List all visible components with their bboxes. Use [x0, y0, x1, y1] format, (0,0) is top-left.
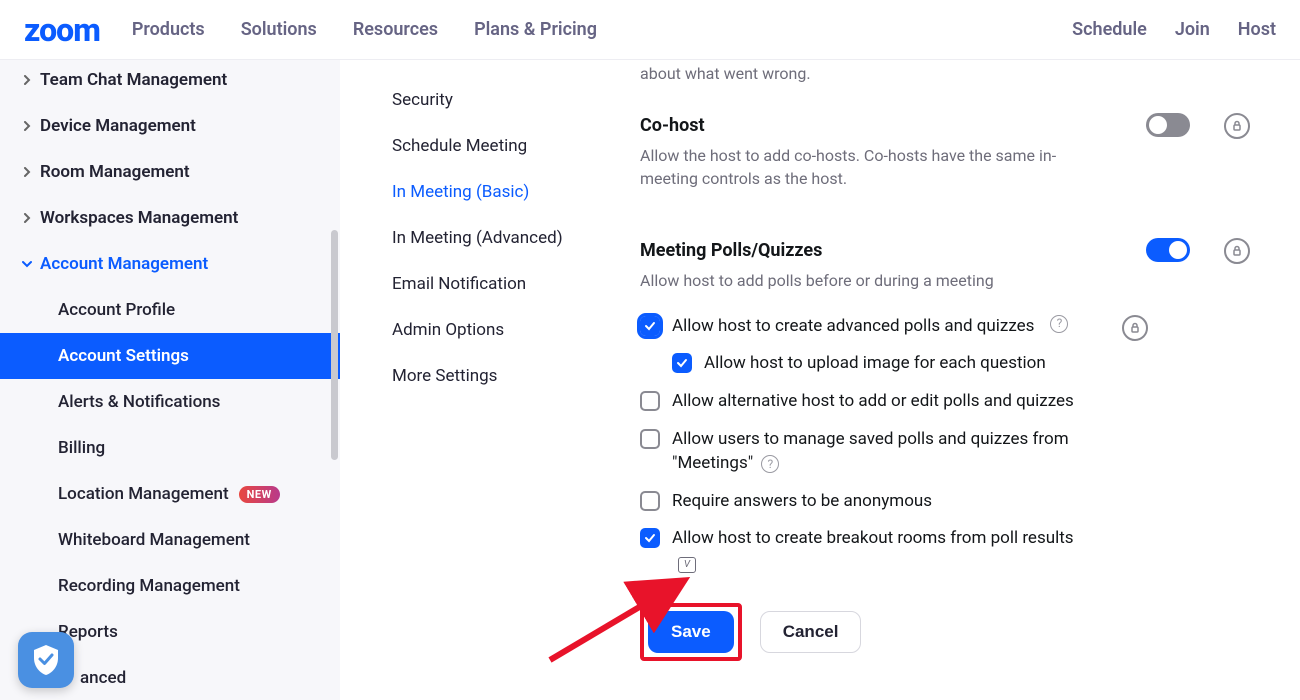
lock-icon[interactable]	[1122, 315, 1148, 341]
subnav-security[interactable]: Security	[392, 90, 630, 110]
subnav-email-notification[interactable]: Email Notification	[392, 274, 630, 294]
checkbox[interactable]	[672, 353, 692, 373]
option-alt-host-edit: Allow alternative host to add or edit po…	[640, 390, 1080, 414]
sidebar-item-label: Account Management	[40, 254, 208, 274]
nav-host[interactable]: Host	[1238, 19, 1276, 40]
logo[interactable]: zoom	[24, 11, 100, 49]
chevron-right-icon	[22, 167, 32, 177]
lock-icon[interactable]	[1224, 238, 1250, 264]
polls-toggle[interactable]	[1146, 238, 1190, 262]
sidebar-item-account[interactable]: Account Management	[0, 241, 340, 287]
checkbox[interactable]	[640, 429, 660, 449]
save-button[interactable]: Save	[648, 611, 734, 653]
subnav-admin-options[interactable]: Admin Options	[392, 320, 630, 340]
nav-plans-pricing[interactable]: Plans & Pricing	[474, 19, 597, 40]
chevron-right-icon	[22, 213, 32, 223]
sidebar-item-label: Room Management	[40, 162, 190, 182]
option-label: Require answers to be anonymous	[672, 490, 932, 514]
option-manage-saved: Allow users to manage saved polls and qu…	[640, 428, 1080, 476]
option-anonymous: Require answers to be anonymous	[640, 490, 1080, 514]
shield-badge[interactable]	[18, 632, 74, 688]
lock-icon[interactable]	[1224, 113, 1250, 139]
chevron-down-icon	[22, 259, 32, 269]
nav-join[interactable]: Join	[1175, 19, 1210, 40]
annotation-highlight: Save	[640, 603, 742, 661]
subnav-in-meeting-basic[interactable]: In Meeting (Basic)	[392, 182, 630, 202]
option-label: Allow users to manage saved polls and qu…	[672, 429, 1069, 473]
version-icon[interactable]: V	[678, 557, 696, 573]
polls-options: Allow host to create advanced polls and …	[640, 315, 1270, 575]
partial-text-above: about what went wrong.	[640, 60, 1270, 105]
nav-products[interactable]: Products	[132, 19, 205, 40]
main-settings: about what went wrong. Co-host Allow the…	[630, 60, 1300, 700]
option-label: Allow host to create breakout rooms from…	[672, 528, 1074, 548]
setting-cohost: Co-host Allow the host to add co-hosts. …	[640, 105, 1270, 230]
scrollbar[interactable]	[331, 230, 338, 460]
option-breakout-from-polls: Allow host to create breakout rooms from…	[640, 527, 1080, 575]
setting-polls: Meeting Polls/Quizzes Allow host to add …	[640, 230, 1270, 700]
nav-solutions[interactable]: Solutions	[241, 19, 317, 40]
setting-desc: Allow host to add polls before or during…	[640, 269, 1060, 292]
sidebar-item-device[interactable]: Device Management	[0, 103, 340, 149]
nav-resources[interactable]: Resources	[353, 19, 438, 40]
sidebar-item-label: Workspaces Management	[40, 208, 238, 228]
nav-primary: Products Solutions Resources Plans & Pri…	[132, 19, 597, 40]
sidebar-item-team-chat[interactable]: Team Chat Management	[0, 66, 340, 103]
settings-subnav: Security Schedule Meeting In Meeting (Ba…	[340, 60, 630, 700]
sidebar-sub-location[interactable]: Location Management NEW	[0, 471, 340, 517]
sidebar-sub-account-profile[interactable]: Account Profile	[0, 287, 340, 333]
option-upload-image: Allow host to upload image for each ques…	[672, 352, 1112, 376]
option-label: Allow host to upload image for each ques…	[704, 352, 1046, 376]
help-icon[interactable]: ?	[1050, 315, 1068, 333]
header: zoom Products Solutions Resources Plans …	[0, 0, 1300, 60]
sidebar-sub-account-settings[interactable]: Account Settings	[0, 333, 340, 379]
sidebar-sub-alerts[interactable]: Alerts & Notifications	[0, 379, 340, 425]
checkbox[interactable]	[640, 316, 660, 336]
subnav-more-settings[interactable]: More Settings	[392, 366, 630, 386]
checkbox[interactable]	[640, 491, 660, 511]
subnav-in-meeting-advanced[interactable]: In Meeting (Advanced)	[392, 228, 630, 248]
help-icon[interactable]: ?	[761, 455, 779, 473]
chevron-right-icon	[22, 75, 32, 85]
nav-schedule[interactable]: Schedule	[1072, 19, 1147, 40]
subnav-schedule-meeting[interactable]: Schedule Meeting	[392, 136, 630, 156]
sidebar-item-workspaces[interactable]: Workspaces Management	[0, 195, 340, 241]
sidebar-item-room[interactable]: Room Management	[0, 149, 340, 195]
option-label: Allow host to create advanced polls and …	[672, 315, 1034, 339]
sidebar: Team Chat Management Device Management R…	[0, 60, 340, 700]
checkbox[interactable]	[640, 391, 660, 411]
checkbox[interactable]	[640, 528, 660, 548]
sidebar-item-label: Team Chat Management	[40, 70, 227, 90]
cohost-toggle[interactable]	[1146, 113, 1190, 137]
chevron-right-icon	[22, 121, 32, 131]
sidebar-sub-whiteboard[interactable]: Whiteboard Management	[0, 517, 340, 563]
option-label: Allow alternative host to add or edit po…	[672, 390, 1074, 414]
nav-right: Schedule Join Host	[1072, 19, 1276, 40]
sidebar-sub-billing[interactable]: Billing	[0, 425, 340, 471]
sidebar-sub-label: Location Management	[58, 484, 229, 504]
sidebar-sub-recording[interactable]: Recording Management	[0, 563, 340, 609]
option-advanced-polls: Allow host to create advanced polls and …	[640, 315, 1080, 339]
setting-desc: Allow the host to add co-hosts. Co-hosts…	[640, 144, 1060, 190]
shield-check-icon	[31, 643, 61, 677]
button-row: Save Cancel	[640, 603, 1270, 661]
cancel-button[interactable]: Cancel	[760, 611, 862, 653]
sidebar-item-label: Device Management	[40, 116, 196, 136]
new-badge: NEW	[239, 486, 280, 503]
